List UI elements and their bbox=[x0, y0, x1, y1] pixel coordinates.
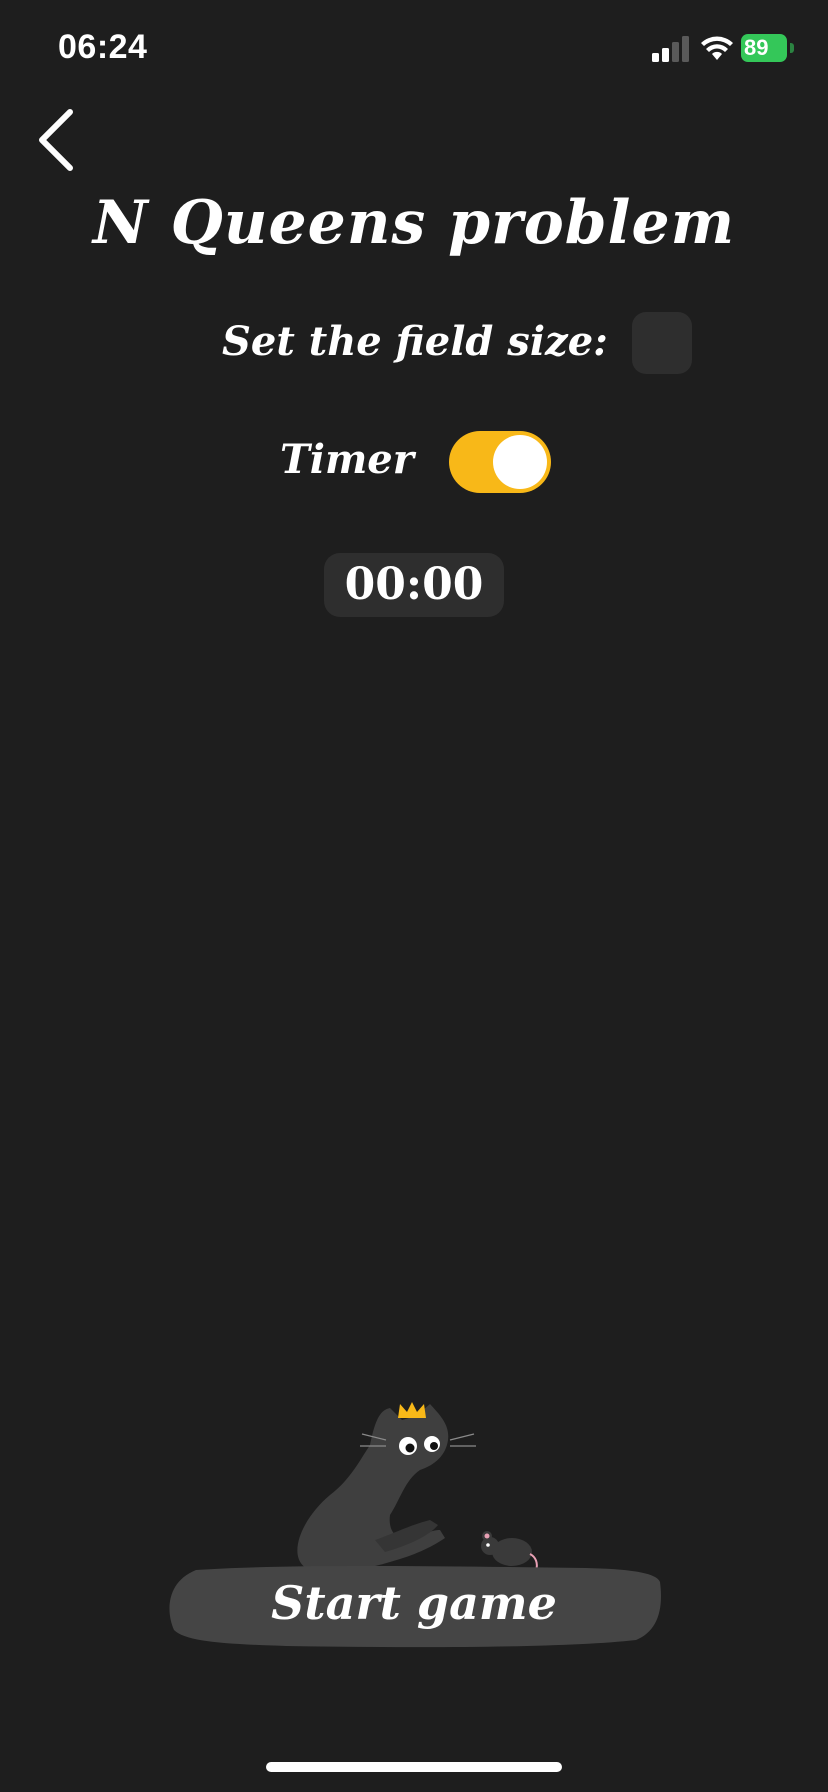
status-bar: 06:24 89 bbox=[0, 0, 828, 100]
start-game-button[interactable]: Start game bbox=[166, 1562, 662, 1650]
battery-tip bbox=[790, 43, 794, 53]
page-title: N Queens problem bbox=[92, 188, 736, 258]
cat-body bbox=[297, 1404, 449, 1572]
field-size-label: Set the field size: bbox=[222, 318, 608, 365]
field-size-input[interactable] bbox=[632, 312, 692, 374]
home-indicator bbox=[266, 1762, 562, 1772]
chevron-left-icon bbox=[39, 109, 73, 171]
crown-icon bbox=[398, 1402, 426, 1418]
wifi-icon bbox=[701, 36, 733, 60]
status-time: 06:24 bbox=[58, 28, 148, 66]
timer-display: 00:00 bbox=[324, 553, 504, 617]
battery-charging-icon: 89 bbox=[741, 34, 795, 64]
cellular-signal-icon bbox=[652, 36, 689, 62]
toggle-knob bbox=[493, 435, 547, 489]
back-button[interactable] bbox=[34, 104, 84, 174]
cat-with-crown-illustration bbox=[297, 1402, 538, 1584]
timer-toggle[interactable] bbox=[449, 431, 551, 493]
battery-percent: 89 bbox=[744, 35, 769, 60]
timer-label: Timer bbox=[280, 436, 414, 483]
start-game-label: Start game bbox=[271, 1576, 557, 1630]
